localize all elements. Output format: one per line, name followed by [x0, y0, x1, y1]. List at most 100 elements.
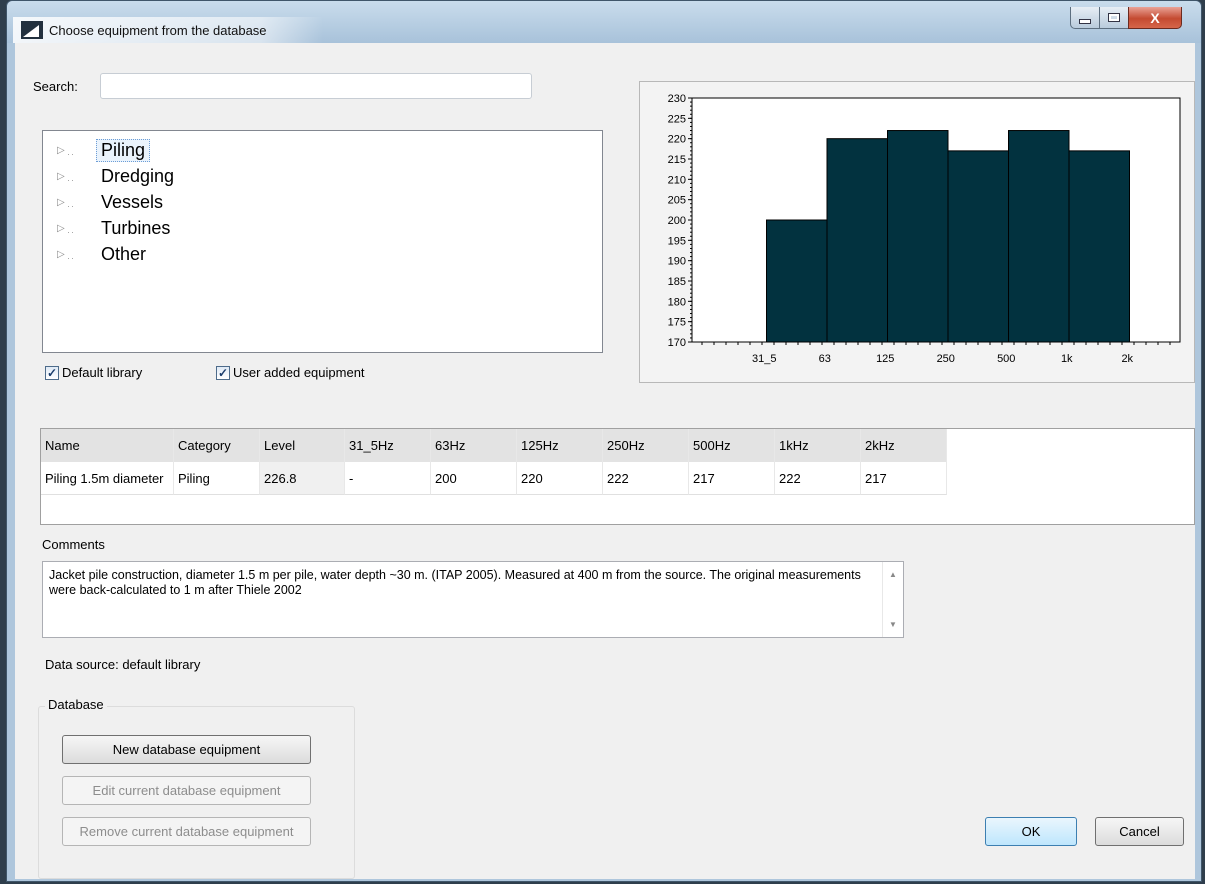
tree-connector-icon: ·· — [67, 201, 75, 211]
tree-item-label: Other — [101, 243, 147, 264]
edit-equipment-button[interactable]: Edit current database equipment — [62, 776, 311, 805]
column-header[interactable]: 500Hz — [689, 429, 775, 462]
equipment-tree[interactable]: ▷ ·· Piling ▷ ·· Dredging ▷ ·· Vessels ▷ ·· Turbine… — [42, 130, 603, 353]
tree-item-label: Piling — [96, 138, 151, 162]
table-cell[interactable]: 200 — [431, 462, 517, 495]
dialog-window: Choose equipment from the database X Sea… — [6, 0, 1202, 882]
column-header[interactable]: Name — [41, 429, 174, 462]
comments-label: Comments — [42, 537, 105, 552]
cancel-button[interactable]: Cancel — [1095, 817, 1184, 846]
x-tick-label: 125 — [876, 353, 894, 365]
minimize-icon — [1079, 19, 1091, 24]
x-tick-label: 250 — [937, 353, 955, 365]
bar — [1008, 130, 1070, 343]
x-tick-label: 500 — [997, 353, 1015, 365]
x-tick-label: 1k — [1061, 353, 1073, 365]
tree-connector-icon: ·· — [67, 253, 75, 263]
search-label: Search: — [33, 79, 78, 94]
column-header[interactable]: Level — [260, 429, 345, 462]
y-tick-label: 230 — [668, 93, 686, 105]
tree-item-turbines[interactable]: ▷ ·· Turbines — [43, 215, 602, 241]
column-header[interactable]: Category — [174, 429, 260, 462]
tree-item-other[interactable]: ▷ ·· Other — [43, 241, 602, 267]
table-cell[interactable]: - — [345, 462, 431, 495]
minimize-button[interactable] — [1070, 7, 1100, 29]
spectrum-chart: 170 175 180 185 190 195 200 205 210 215 220 225 230 3… — [668, 93, 1181, 365]
table-cell[interactable]: 226.8 — [260, 462, 345, 495]
bar — [1068, 150, 1130, 343]
y-tick-label: 220 — [668, 134, 686, 146]
y-tick-label: 185 — [668, 276, 686, 288]
tree-item-vessels[interactable]: ▷ ·· Vessels — [43, 189, 602, 215]
y-tick-label: 190 — [668, 256, 686, 268]
comments-scrollbar[interactable]: ▲ ▼ — [882, 562, 903, 637]
x-tick-label: 2k — [1121, 353, 1133, 365]
search-input[interactable] — [100, 73, 532, 99]
column-header[interactable]: 125Hz — [517, 429, 603, 462]
column-header[interactable]: 1kHz — [775, 429, 861, 462]
tree-item-label: Turbines — [101, 217, 171, 238]
expand-arrow-icon[interactable]: ▷ — [57, 249, 65, 260]
remove-equipment-button[interactable]: Remove current database equipment — [62, 817, 311, 846]
x-tick-label: 63 — [819, 353, 831, 365]
comments-text: Jacket pile construction, diameter 1.5 m… — [49, 568, 861, 597]
table-header: Name Category Level 31_5Hz 63Hz 125Hz 250Hz 500… — [41, 429, 947, 462]
y-tick-label: 225 — [668, 113, 686, 125]
app-icon — [21, 21, 43, 39]
column-header[interactable]: 2kHz — [861, 429, 947, 462]
table-cell[interactable]: Piling 1.5m diameter — [41, 462, 174, 495]
dialog-content: Search: ▷ ·· Piling ▷ ·· Dredging ▷ ·· Vessels ▷ ·… — [15, 43, 1195, 879]
tree-item-piling[interactable]: ▷ ·· Piling — [43, 137, 602, 163]
y-tick-label: 170 — [668, 337, 686, 349]
scroll-down-icon[interactable]: ▼ — [889, 620, 897, 629]
expand-arrow-icon[interactable]: ▷ — [57, 145, 65, 156]
default-library-label: Default library — [62, 365, 143, 380]
tree-item-dredging[interactable]: ▷ ·· Dredging — [43, 163, 602, 189]
tree-item-label: Vessels — [101, 191, 164, 212]
y-tick-label: 195 — [668, 235, 686, 247]
chart-panel: 170 175 180 185 190 195 200 205 210 215 220 225 230 3… — [639, 81, 1195, 383]
maximize-icon — [1108, 13, 1120, 22]
table-row[interactable]: Piling 1.5m diameter Piling 226.8-200 220 22… — [41, 462, 947, 495]
bar — [766, 219, 828, 343]
table-cell[interactable]: 220 — [517, 462, 603, 495]
y-tick-label: 200 — [668, 215, 686, 227]
tree-connector-icon: ·· — [67, 227, 75, 237]
bar — [826, 138, 888, 343]
comments-box[interactable]: Jacket pile construction, diameter 1.5 m… — [42, 561, 904, 638]
data-source-label: Data source: default library — [45, 657, 201, 672]
bar — [887, 130, 949, 343]
expand-arrow-icon[interactable]: ▷ — [57, 171, 65, 182]
title-bar[interactable]: Choose equipment from the database X — [7, 1, 1201, 43]
user-added-label: User added equipment — [233, 365, 365, 380]
y-tick-label: 205 — [668, 195, 686, 207]
bar — [947, 150, 1009, 343]
close-button[interactable]: X — [1128, 7, 1182, 29]
table-cell[interactable]: Piling — [174, 462, 260, 495]
close-icon: X — [1150, 9, 1160, 26]
equipment-table: Name Category Level 31_5Hz 63Hz 125Hz 250Hz 500… — [40, 428, 1195, 525]
y-tick-label: 210 — [668, 174, 686, 186]
column-header[interactable]: 250Hz — [603, 429, 689, 462]
user-added-checkbox[interactable]: ✓ — [216, 366, 230, 380]
scroll-up-icon[interactable]: ▲ — [889, 570, 897, 579]
column-header[interactable]: 31_5Hz — [345, 429, 431, 462]
expand-arrow-icon[interactable]: ▷ — [57, 223, 65, 234]
table-cell[interactable]: 217 — [689, 462, 775, 495]
tree-connector-icon: ·· — [67, 149, 75, 159]
table-cell[interactable]: 222 — [775, 462, 861, 495]
new-equipment-button[interactable]: New database equipment — [62, 735, 311, 764]
expand-arrow-icon[interactable]: ▷ — [57, 197, 65, 208]
ok-button[interactable]: OK — [985, 817, 1077, 846]
table-cell[interactable]: 222 — [603, 462, 689, 495]
default-library-checkbox[interactable]: ✓ — [45, 366, 59, 380]
maximize-button[interactable] — [1099, 7, 1129, 29]
x-tick-label: 31_5 — [752, 353, 776, 365]
tree-connector-icon: ·· — [67, 175, 75, 185]
database-group-title: Database — [45, 697, 107, 712]
y-tick-label: 215 — [668, 154, 686, 166]
y-tick-label: 175 — [668, 317, 686, 329]
tree-item-label: Dredging — [101, 165, 175, 186]
table-cell[interactable]: 217 — [861, 462, 947, 495]
column-header[interactable]: 63Hz — [431, 429, 517, 462]
